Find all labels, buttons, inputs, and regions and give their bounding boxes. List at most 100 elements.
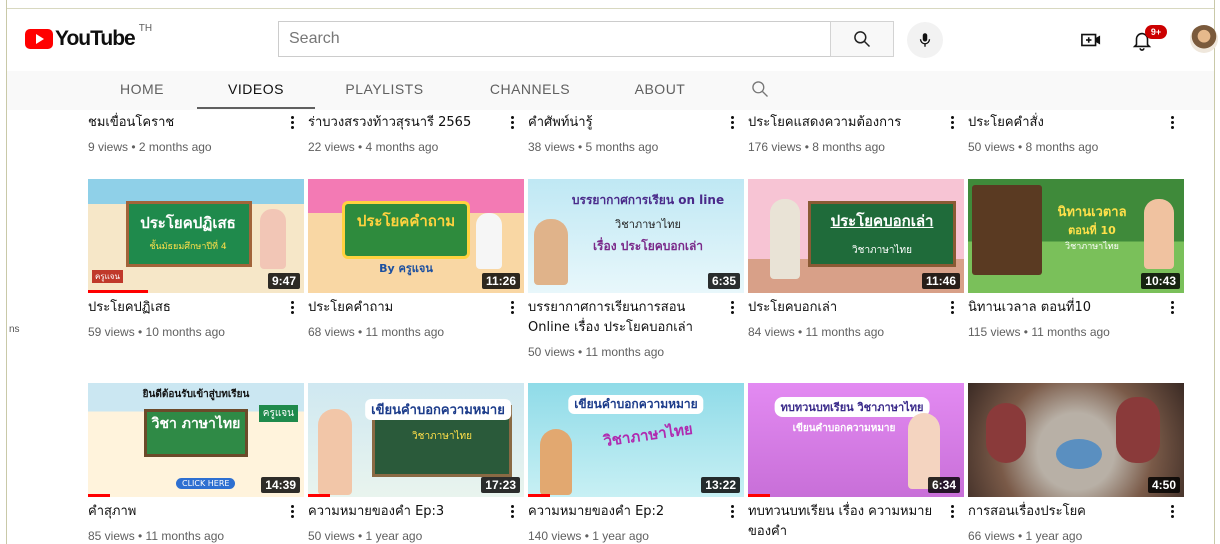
video-menu-icon[interactable]: [726, 297, 738, 317]
video-thumbnail[interactable]: เขียนคำบอกความหมาย วิชาภาษาไทย 13:22: [528, 383, 744, 497]
avatar[interactable]: [1190, 25, 1218, 53]
video-title[interactable]: บรรยากาศการเรียนการสอน Online เรื่อง ประ…: [528, 298, 723, 338]
frame-border-right: [1214, 0, 1215, 544]
side-clipped-text: ns: [9, 324, 20, 335]
video-menu-icon[interactable]: [946, 112, 958, 132]
video-title[interactable]: ทบทวนบทเรียน เรื่อง ความหมายของคำ: [748, 502, 943, 542]
thumbnail-title: ทบทวนบทเรียน วิชาภาษาไทย: [774, 397, 930, 417]
video-thumbnail[interactable]: ประโยคคำถาม By ครูแจน 11:26: [308, 179, 524, 293]
channel-tabs: HOME VIDEOS PLAYLISTS CHANNELS ABOUT: [7, 71, 1214, 110]
video-duration: 14:39: [261, 477, 300, 493]
tab-videos[interactable]: VIDEOS: [197, 71, 315, 109]
create-button[interactable]: [1077, 26, 1105, 54]
video-duration: 10:43: [1141, 273, 1180, 289]
youtube-logo[interactable]: YouTube TH: [25, 23, 152, 51]
create-video-icon: [1081, 33, 1101, 47]
video-views: 68 views • 11 months ago: [308, 325, 445, 339]
video-title[interactable]: คำศัพท์น่ารู้: [528, 113, 723, 133]
thumbnail-title: เขียนคำบอกความหมาย: [568, 395, 704, 414]
tab-home[interactable]: HOME: [107, 71, 177, 109]
thumbnail-title: ประโยคคำถาม: [356, 212, 456, 230]
video-thumbnail[interactable]: 4:50: [968, 383, 1184, 497]
logo-country-code: TH: [138, 23, 153, 34]
video-title[interactable]: ประโยคปฏิเสธ: [88, 298, 283, 318]
video-thumbnail[interactable]: ทบทวนบทเรียน วิชาภาษาไทย เขียนคำบอกความห…: [748, 383, 964, 497]
thumbnail-cta: CLICK HERE: [176, 478, 236, 489]
thumbnail-subtitle: วิชาภาษาไทย: [852, 245, 912, 256]
thumbnail-title: ประโยคปฏิเสธ: [140, 214, 236, 232]
voice-search-button[interactable]: [907, 22, 943, 58]
video-title[interactable]: การสอนเรื่องประโยค: [968, 502, 1163, 522]
video-menu-icon[interactable]: [286, 297, 298, 317]
video-duration: 11:26: [481, 273, 520, 289]
search-button[interactable]: [830, 21, 894, 57]
thumbnail-title: นิทานเวตาล: [1057, 205, 1127, 220]
video-views: 84 views • 11 months ago: [748, 325, 885, 339]
channel-search-button[interactable]: [750, 79, 770, 103]
thumbnail-title: ประโยคบอกเล่า: [830, 212, 934, 230]
video-title[interactable]: ร่าบวงสรวงท้าวสุรนารี 2565: [308, 113, 503, 133]
thumbnail-title: เขียนคำบอกความหมาย: [365, 399, 511, 420]
video-thumbnail[interactable]: เขียนคำบอกความหมาย วิชาภาษาไทย 17:23: [308, 383, 524, 497]
thumbnail-person: [534, 219, 568, 285]
thumbnail-art: [986, 403, 1026, 463]
video-title[interactable]: ประโยคคำถาม: [308, 298, 503, 318]
video-thumbnail[interactable]: ยินดีต้อนรับเข้าสู่บทเรียน วิชา ภาษาไทย …: [88, 383, 304, 497]
search-input[interactable]: [279, 22, 830, 56]
video-views: 115 views • 11 months ago: [968, 325, 1110, 339]
video-menu-icon[interactable]: [286, 112, 298, 132]
thumbnail-art: [1116, 397, 1160, 463]
video-menu-icon[interactable]: [1166, 297, 1178, 317]
video-duration: 9:47: [267, 273, 300, 289]
video-duration: 4:50: [1147, 477, 1180, 493]
video-menu-icon[interactable]: [946, 297, 958, 317]
video-title[interactable]: ความหมายของคำ Ep:3: [308, 502, 503, 522]
video-title[interactable]: ชมเขื่อนโคราช: [88, 113, 283, 133]
video-thumbnail[interactable]: นิทานเวตาล ตอนที่ 10 วิชาภาษาไทย 10:43: [968, 179, 1184, 293]
video-thumbnail[interactable]: ประโยคบอกเล่า วิชาภาษาไทย 11:46: [748, 179, 964, 293]
video-views: 22 views • 4 months ago: [308, 140, 439, 154]
video-title[interactable]: ประโยคแสดงความต้องการ: [748, 113, 943, 133]
video-thumbnail[interactable]: ประโยคปฏิเสธ ชั้นมัธยมศึกษาปีที่ 4 ครูแจ…: [88, 179, 304, 293]
video-menu-icon[interactable]: [946, 501, 958, 521]
thumbnail-line3: วิชาภาษาไทย: [1065, 242, 1119, 252]
video-title[interactable]: คำสุภาพ: [88, 502, 283, 522]
tab-about[interactable]: ABOUT: [627, 71, 693, 109]
search-icon: [752, 81, 768, 97]
watch-progress-bar: [308, 494, 330, 497]
video-menu-icon[interactable]: [506, 501, 518, 521]
thumbnail-subtitle: ชั้นมัธยมศึกษาปีที่ 4: [149, 242, 227, 252]
tab-playlists[interactable]: PLAYLISTS: [337, 71, 432, 109]
youtube-logo-icon: [25, 29, 53, 49]
search-icon: [854, 31, 871, 48]
watch-progress-bar: [748, 494, 770, 497]
video-menu-icon[interactable]: [1166, 501, 1178, 521]
video-views: 9 views • 2 months ago: [88, 140, 212, 154]
video-title[interactable]: ความหมายของคำ Ep:2: [528, 502, 723, 522]
video-menu-icon[interactable]: [506, 112, 518, 132]
video-thumbnail[interactable]: บรรยากาศการเรียน on line วิชาภาษาไทย เรื…: [528, 179, 744, 293]
video-menu-icon[interactable]: [286, 501, 298, 521]
video-views: 66 views • 1 year ago: [968, 529, 1083, 543]
search-box: [278, 21, 830, 57]
thumbnail-person: [540, 429, 572, 495]
thumbnail-title: บรรยากาศการเรียน on line: [571, 193, 725, 207]
thumbnail-person: [476, 213, 502, 269]
video-menu-icon[interactable]: [506, 297, 518, 317]
video-menu-icon[interactable]: [726, 112, 738, 132]
thumbnail-art: [972, 185, 1042, 275]
tab-channels[interactable]: CHANNELS: [485, 71, 575, 109]
video-duration: 13:22: [701, 477, 740, 493]
thumbnail-person: [770, 199, 800, 279]
video-menu-icon[interactable]: [726, 501, 738, 521]
video-title[interactable]: ประโยคคำสั่ง: [968, 113, 1163, 133]
thumbnail-art: [1056, 439, 1102, 469]
video-duration: 11:46: [921, 273, 960, 289]
mic-icon: [919, 33, 931, 47]
video-duration: 6:34: [927, 477, 960, 493]
video-menu-icon[interactable]: [1166, 112, 1178, 132]
logo-text: YouTube: [55, 27, 136, 50]
video-title[interactable]: ประโยคบอกเล่า: [748, 298, 943, 318]
video-views: 85 views • 11 months ago: [88, 529, 225, 543]
video-title[interactable]: นิทานเวลาล ตอนที่10: [968, 298, 1163, 318]
